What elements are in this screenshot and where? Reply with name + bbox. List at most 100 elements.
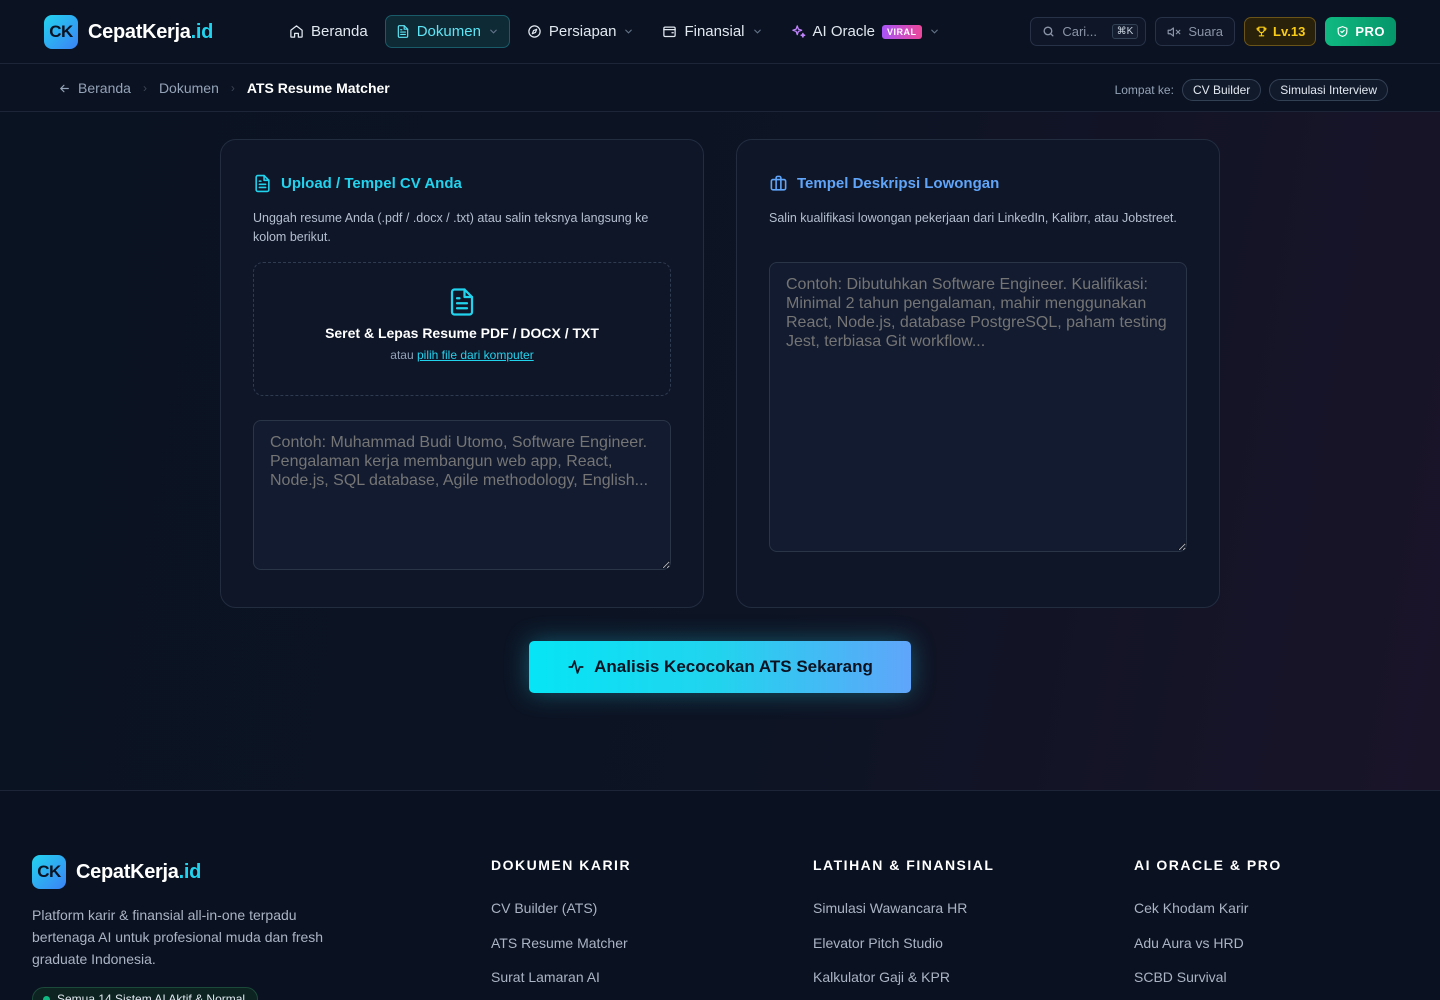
chevron-right-icon: ›	[142, 81, 147, 95]
footer-column-ai-oracle: AI ORACLE & PRO Cek Khodam Karir Adu Aur…	[1134, 857, 1282, 1000]
wallet-icon	[663, 26, 677, 38]
footer-link[interactable]: CV Builder (ATS)	[491, 900, 631, 935]
breadcrumb-home-label: Beranda	[78, 80, 131, 96]
logo-text: CepatKerja.id	[88, 21, 213, 44]
breadcrumb-home[interactable]: Beranda	[58, 80, 131, 96]
pro-label: PRO	[1355, 24, 1385, 39]
footer-column-title: LATIHAN & FINANSIAL	[813, 857, 995, 873]
breadcrumb: Beranda › Dokumen › ATS Resume Matcher	[58, 80, 390, 96]
pro-button[interactable]: PRO	[1325, 17, 1396, 46]
footer-column-latihan: LATIHAN & FINANSIAL Simulasi Wawancara H…	[813, 857, 994, 1000]
footer-logo[interactable]: CK CepatKerja.id	[32, 855, 201, 889]
footer-link[interactable]: Cek Khodam Karir	[1134, 900, 1282, 935]
nav-item-persiapan[interactable]: Persiapan	[516, 15, 646, 48]
footer-link-list: Cek Khodam Karir Adu Aura vs HRD SCBD Su…	[1134, 900, 1282, 1000]
cv-card-title-text: Upload / Tempel CV Anda	[281, 175, 462, 192]
footer-link[interactable]: Adu Aura vs HRD	[1134, 935, 1282, 970]
logo-badge: CK	[32, 855, 66, 889]
file-icon	[397, 25, 408, 38]
nav-item-finansial[interactable]: Finansial	[651, 15, 773, 48]
chevron-right-icon: ›	[230, 81, 235, 95]
nav-item-label: Finansial	[684, 23, 745, 40]
jd-card-description: Salin kualifikasi lowongan pekerjaan dar…	[769, 211, 1177, 225]
main-nav: Beranda Dokumen Persiapan Finansial AI O…	[278, 15, 951, 48]
logo-text: CepatKerja.id	[76, 861, 201, 884]
status-dot-icon	[43, 995, 50, 1000]
document-icon	[255, 174, 270, 193]
trophy-icon	[1256, 26, 1267, 37]
viral-badge: VIRAL	[882, 24, 922, 39]
search-button[interactable]: Cari... ⌘K	[1030, 17, 1147, 46]
logo-badge: CK	[44, 15, 78, 49]
logo-name: CepatKerja	[88, 20, 191, 43]
resume-dropzone[interactable]: Seret & Lepas Resume PDF / DOCX / TXT at…	[253, 262, 671, 396]
dropzone-title: Seret & Lepas Resume PDF / DOCX / TXT	[325, 325, 599, 341]
footer-link-list: Simulasi Wawancara HR Elevator Pitch Stu…	[813, 900, 994, 1000]
footer-description: Platform karir & finansial all-in-one te…	[32, 907, 324, 967]
dropzone-subtitle: atau pilih file dari komputer	[390, 348, 533, 362]
level-badge-button[interactable]: Lv.13	[1244, 17, 1317, 46]
search-shortcut: ⌘K	[1111, 24, 1139, 39]
home-icon	[290, 25, 303, 38]
cv-text-input[interactable]	[253, 420, 671, 570]
top-navbar: CK CepatKerja.id Beranda Dokumen Persiap…	[0, 0, 1440, 64]
chevron-down-icon	[625, 29, 633, 34]
breadcrumb-current: ATS Resume Matcher	[246, 80, 390, 96]
logo-name: CepatKerja	[76, 860, 179, 883]
activity-icon	[568, 660, 584, 674]
nav-actions: Cari... ⌘K Suara Lv.13 PRO	[1030, 17, 1396, 46]
jd-card-title-text: Tempel Deskripsi Lowongan	[797, 175, 1000, 192]
jump-simulasi-interview[interactable]: Simulasi Interview	[1269, 79, 1388, 101]
chevron-down-icon	[930, 29, 938, 34]
jump-label: Lompat ke:	[1114, 83, 1174, 97]
nav-item-ai-oracle[interactable]: AI Oracle VIRAL	[780, 15, 951, 48]
sparkles-icon	[791, 25, 805, 38]
system-status-text: Semua 14 Sistem AI Aktif & Normal	[57, 992, 246, 1000]
cv-card-description: Unggah resume Anda (.pdf / .docx / .txt)…	[253, 211, 649, 244]
brand-logo[interactable]: CK CepatKerja.id	[44, 15, 213, 49]
nav-item-label: AI Oracle	[812, 23, 876, 40]
nav-item-label: Persiapan	[548, 23, 617, 40]
analyze-ats-button[interactable]: Analisis Kecocokan ATS Sekarang	[529, 641, 911, 693]
cv-card-title: Upload / Tempel CV Anda	[253, 174, 462, 193]
document-icon	[450, 288, 474, 316]
search-placeholder: Cari...	[1062, 24, 1098, 39]
footer-column-title: AI ORACLE & PRO	[1134, 857, 1282, 873]
footer-link[interactable]: ATS Resume Matcher	[491, 935, 631, 970]
arrow-left-icon	[60, 84, 69, 92]
footer-link[interactable]: Kalkulator Gaji & KPR	[813, 969, 994, 1000]
chevron-down-icon	[490, 29, 497, 34]
volume-mute-icon	[1167, 26, 1181, 37]
system-status-badge: Semua 14 Sistem AI Aktif & Normal	[32, 987, 259, 1000]
footer-column-title: DOKUMEN KARIR	[491, 857, 632, 873]
nav-item-beranda[interactable]: Beranda	[278, 15, 379, 48]
chevron-down-icon	[753, 29, 761, 34]
logo-tld: .id	[190, 20, 214, 43]
footer-link[interactable]: Surat Lamaran AI	[491, 969, 631, 1000]
shield-check-icon	[1337, 26, 1348, 37]
logo-tld: .id	[178, 860, 202, 883]
footer-link[interactable]: SCBD Survival	[1134, 969, 1282, 1000]
nav-item-label: Beranda	[311, 23, 368, 40]
footer-link[interactable]: Simulasi Wawancara HR	[813, 900, 994, 935]
choose-file-link[interactable]: pilih file dari komputer	[417, 348, 534, 362]
job-description-input[interactable]	[769, 262, 1187, 552]
nav-item-dokumen[interactable]: Dokumen	[384, 15, 510, 48]
main-content: Upload / Tempel CV Anda Unggah resume An…	[0, 112, 1440, 790]
nav-item-label: Dokumen	[416, 23, 481, 40]
job-description-card: Tempel Deskripsi Lowongan Salin kualifik…	[736, 139, 1220, 608]
compass-icon	[528, 25, 541, 38]
jump-cv-builder[interactable]: CV Builder	[1181, 79, 1262, 101]
level-label: Lv.13	[1273, 24, 1306, 39]
site-footer: CK CepatKerja.id Platform karir & finans…	[0, 790, 1440, 1000]
breadcrumb-section[interactable]: Dokumen	[159, 80, 219, 96]
analyze-button-label: Analisis Kecocokan ATS Sekarang	[594, 657, 873, 676]
breadcrumb-bar: Beranda › Dokumen › ATS Resume Matcher L…	[0, 64, 1440, 112]
briefcase-icon	[770, 175, 787, 191]
sound-toggle-button[interactable]: Suara	[1155, 17, 1236, 46]
dropzone-or: atau	[390, 348, 414, 362]
footer-column-dokumen: DOKUMEN KARIR CV Builder (ATS) ATS Resum…	[491, 857, 631, 1000]
jump-to-links: Lompat ke: CV Builder Simulasi Interview	[1115, 79, 1388, 101]
jd-card-title: Tempel Deskripsi Lowongan	[769, 174, 999, 193]
footer-link[interactable]: Elevator Pitch Studio	[813, 935, 994, 970]
